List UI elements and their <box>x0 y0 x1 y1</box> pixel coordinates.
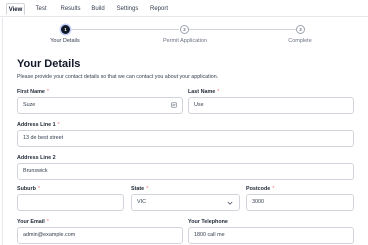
tab-settings[interactable]: Settings <box>114 3 141 15</box>
postcode-label: Postcode * <box>246 186 274 192</box>
first-name-value: Suze <box>23 102 36 108</box>
address-line-1-label: Address Line 1 * <box>17 122 60 128</box>
first-name-label: First Name * <box>17 89 49 95</box>
tab-test[interactable]: Test <box>33 3 49 15</box>
content-left-border <box>2 18 3 245</box>
step-2-indicator: 2 <box>180 25 189 34</box>
address-line-2-value: Brunswick <box>23 168 48 174</box>
tab-results[interactable]: Results <box>58 3 83 15</box>
required-asterisk: * <box>46 89 49 95</box>
top-nav: View Test Results Build Settings Report <box>0 0 368 17</box>
step-3-label: Complete <box>288 38 312 44</box>
form-intro-text: Please provide your contact details so t… <box>17 74 219 80</box>
postcode-label-text: Postcode <box>246 186 271 192</box>
email-value: admin@example.com <box>23 232 76 238</box>
tab-build[interactable]: Build <box>89 3 107 15</box>
step-2-label: Permit Application <box>162 38 208 44</box>
first-name-field[interactable]: Suze <box>17 97 183 114</box>
email-field[interactable]: admin@example.com <box>17 227 183 244</box>
required-asterisk: * <box>217 89 220 95</box>
required-asterisk: * <box>37 186 40 192</box>
email-label: Your Email * <box>17 219 49 225</box>
state-value: VIC <box>137 199 146 205</box>
telephone-label-text: Your Telephone <box>188 219 228 225</box>
tab-view[interactable]: View <box>6 3 25 15</box>
page-title: Your Details <box>17 58 81 70</box>
last-name-value: Use <box>194 102 204 108</box>
last-name-field[interactable]: Use <box>188 97 354 114</box>
address-line-1-label-text: Address Line 1 <box>17 122 56 128</box>
suburb-label: Suburb * <box>17 186 40 192</box>
address-line-2-field[interactable]: Brunswick <box>17 163 354 180</box>
state-label: State * <box>131 186 148 192</box>
telephone-value: 1800 call me <box>194 232 225 238</box>
step-1-indicator: 1 <box>61 25 70 34</box>
postcode-field[interactable]: 3000 <box>246 194 354 211</box>
chevron-down-icon[interactable] <box>227 200 233 206</box>
address-line-2-label-text: Address Line 2 <box>17 155 56 161</box>
telephone-field[interactable]: 1800 call me <box>188 227 354 244</box>
postcode-value: 3000 <box>252 199 264 205</box>
required-asterisk: * <box>146 186 149 192</box>
stepper-connector-1 <box>70 29 179 30</box>
address-line-1-value: 13 de best street <box>23 135 64 141</box>
required-asterisk: * <box>272 186 275 192</box>
address-line-2-label: Address Line 2 <box>17 155 56 161</box>
step-3-indicator: 3 <box>296 25 305 34</box>
tab-report[interactable]: Report <box>148 3 170 15</box>
state-label-text: State <box>131 186 145 192</box>
suburb-label-text: Suburb <box>17 186 36 192</box>
state-select[interactable]: VIC <box>131 194 240 211</box>
suburb-field[interactable] <box>17 194 124 211</box>
telephone-label: Your Telephone <box>188 219 228 225</box>
required-asterisk: * <box>57 122 60 128</box>
last-name-label: Last Name * <box>188 89 219 95</box>
step-1-label: Your Details <box>50 38 80 44</box>
last-name-label-text: Last Name <box>188 89 216 95</box>
required-asterisk: * <box>46 219 49 225</box>
email-label-text: Your Email <box>17 219 45 225</box>
stepper-connector-2 <box>189 29 296 30</box>
first-name-label-text: First Name <box>17 89 45 95</box>
address-line-1-field[interactable]: 13 de best street <box>17 130 354 147</box>
contact-card-icon[interactable] <box>171 102 177 108</box>
